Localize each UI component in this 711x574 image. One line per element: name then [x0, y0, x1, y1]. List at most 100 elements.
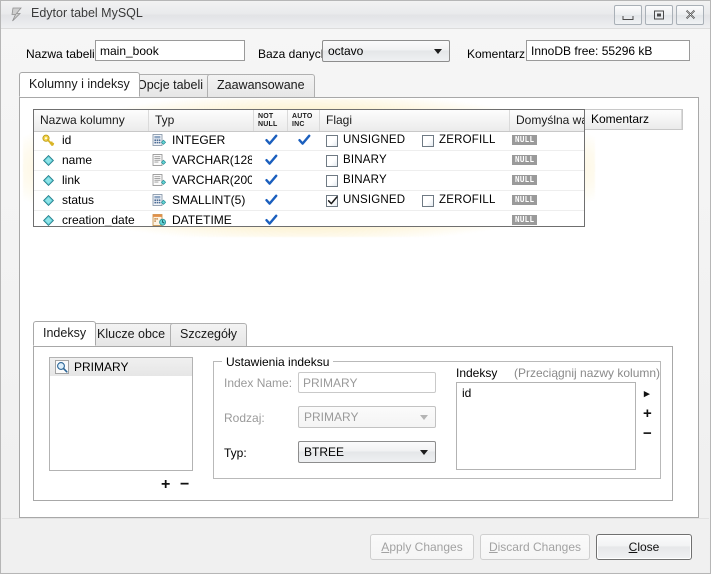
grid-header-comment-extension: Komentarz	[585, 109, 683, 130]
flag-unsigned-label: UNSIGNED	[343, 194, 406, 206]
flag-unsigned-checkbox[interactable]	[326, 135, 338, 147]
not-null-check-icon[interactable]	[265, 214, 278, 226]
flag-binary-checkbox[interactable]	[326, 175, 338, 187]
column-icon	[42, 214, 55, 226]
close-icon[interactable]	[676, 5, 704, 25]
tab-indeksy[interactable]: Indeksy	[33, 321, 97, 346]
minimize-icon[interactable]	[614, 5, 642, 25]
index-kind-value: PRIMARY	[304, 410, 359, 424]
chevron-down-icon	[420, 450, 428, 455]
index-settings-title: Ustawienia indeksu	[222, 355, 334, 369]
default-value-badge[interactable]: NULL	[512, 215, 538, 225]
cell-column-name: id	[62, 133, 72, 147]
discard-changes-label: Discard Changes	[488, 540, 582, 554]
grid-header-auto-inc[interactable]: AUTO INC	[288, 110, 320, 131]
index-type-select[interactable]: BTREE	[298, 441, 436, 463]
table-name-input[interactable]	[95, 40, 245, 61]
primary-key-icon	[42, 134, 55, 147]
not-null-check-icon[interactable]	[265, 194, 278, 207]
grid-header-flags[interactable]: Flagi	[320, 110, 510, 131]
maximize-icon[interactable]	[645, 5, 673, 25]
index-search-icon	[55, 360, 69, 374]
table-row[interactable]: name VARCHAR(128) BINARY NULL	[34, 151, 584, 170]
default-value-badge[interactable]: NULL	[512, 135, 538, 145]
auto-inc-check-icon[interactable]	[298, 134, 311, 147]
columns-grid[interactable]: Nazwa kolumny Typ NOT NULL AUTO INC Flag…	[33, 109, 585, 227]
cell-column-name: name	[62, 153, 93, 167]
tab-kolumny-i-indeksy[interactable]: Kolumny i indeksy	[19, 72, 140, 97]
window-controls	[614, 5, 704, 25]
index-columns-list[interactable]: id	[456, 382, 636, 470]
tab-label: Klucze obce	[97, 327, 166, 341]
grid-header-not-null[interactable]: NOT NULL	[254, 110, 288, 131]
index-tab-strip: Indeksy Klucze obce Szczegóły	[33, 321, 673, 346]
index-name-input: PRIMARY	[298, 372, 436, 393]
tab-opcje-tabeli[interactable]: Opcje tabeli	[127, 74, 214, 97]
tab-label: Zaawansowane	[217, 78, 305, 92]
index-kind-select: PRIMARY	[298, 406, 436, 428]
remove-index-column-button[interactable]: −	[643, 426, 652, 441]
tab-szczegoly[interactable]: Szczegóły	[170, 323, 247, 346]
grid-header-column-name[interactable]: Nazwa kolumny	[34, 110, 149, 131]
title-bar: Edytor tabel MySQL	[1, 1, 710, 29]
column-icon	[42, 154, 55, 167]
close-button[interactable]: Close	[596, 534, 692, 560]
flag-zerofill-label: ZEROFILL	[439, 194, 496, 206]
discard-changes-button: Discard Changes	[480, 534, 590, 560]
flag-zerofill-label: ZEROFILL	[439, 134, 496, 146]
datetime-type-icon	[152, 214, 167, 226]
tab-zaawansowane[interactable]: Zaawansowane	[207, 74, 315, 97]
remove-index-button[interactable]: −	[180, 477, 189, 493]
add-index-button[interactable]: +	[161, 477, 170, 493]
chevron-down-icon	[434, 49, 442, 54]
index-type-label: Typ:	[224, 446, 247, 460]
index-column-item[interactable]: id	[462, 384, 471, 402]
index-name-value: PRIMARY	[303, 376, 358, 390]
flag-zerofill-checkbox[interactable]	[422, 195, 434, 207]
default-value-badge[interactable]: NULL	[512, 195, 538, 205]
comment-label: Komentarz:	[467, 47, 529, 61]
cell-type: SMALLINT(5)	[172, 193, 246, 207]
index-kind-label: Rodzaj:	[224, 411, 265, 425]
index-list[interactable]: PRIMARY	[49, 357, 193, 471]
table-row[interactable]: creation_date DATETIME NULL	[34, 211, 584, 227]
default-value-badge[interactable]: NULL	[512, 175, 538, 185]
list-item[interactable]: PRIMARY	[50, 358, 192, 376]
flag-zerofill-checkbox[interactable]	[422, 135, 434, 147]
database-label: Baza danych:	[258, 47, 331, 61]
apply-changes-button: Apply Changes	[370, 534, 474, 560]
default-value-badge[interactable]: NULL	[512, 155, 538, 165]
cell-type: VARCHAR(200)	[172, 173, 252, 187]
table-row[interactable]: id INTEGER UNSIGNED ZEROFILL NULL	[34, 131, 584, 150]
main-tab-strip: Kolumny i indeksy Opcje tabeli Zaawansow…	[19, 72, 699, 99]
flag-binary-checkbox[interactable]	[326, 155, 338, 167]
index-type-value: BTREE	[304, 445, 345, 459]
chevron-down-icon	[420, 415, 428, 420]
index-columns-hint: (Przeciągnij nazwy kolumn)	[514, 366, 661, 380]
table-row[interactable]: link VARCHAR(200) BINARY NULL	[34, 171, 584, 190]
expand-columns-button[interactable]: ▸	[644, 387, 650, 401]
column-icon	[42, 174, 55, 187]
not-null-check-icon[interactable]	[265, 154, 278, 167]
table-row[interactable]: status SMALLINT(5) UNSIGNED ZEROFILL NUL…	[34, 191, 584, 210]
tab-label: Szczegóły	[180, 327, 237, 341]
tab-label: Opcje tabeli	[137, 78, 204, 92]
mysql-table-editor-window: Edytor tabel MySQL Nazwa tabeli: Baza da…	[0, 0, 711, 574]
grid-header-type[interactable]: Typ	[149, 110, 254, 131]
close-label: Close	[628, 540, 660, 554]
flag-unsigned-checkbox[interactable]	[326, 195, 338, 207]
comment-input[interactable]	[526, 40, 690, 61]
window-title: Edytor tabel MySQL	[31, 6, 143, 20]
not-null-check-icon[interactable]	[265, 174, 278, 187]
tab-klucze-obce[interactable]: Klucze obce	[87, 323, 176, 346]
flag-binary-label: BINARY	[343, 154, 387, 166]
grid-header-default-value[interactable]: Domyślna wart...	[510, 110, 584, 131]
grid-header-row: Nazwa kolumny Typ NOT NULL AUTO INC Flag…	[34, 110, 584, 132]
not-null-check-icon[interactable]	[265, 134, 278, 147]
cell-type: DATETIME	[172, 213, 232, 227]
numeric-type-icon	[152, 134, 167, 147]
checkmark-icon	[327, 195, 339, 210]
database-select[interactable]: octavo	[322, 40, 450, 62]
add-index-column-button[interactable]: +	[643, 406, 652, 421]
flag-binary-label: BINARY	[343, 174, 387, 186]
